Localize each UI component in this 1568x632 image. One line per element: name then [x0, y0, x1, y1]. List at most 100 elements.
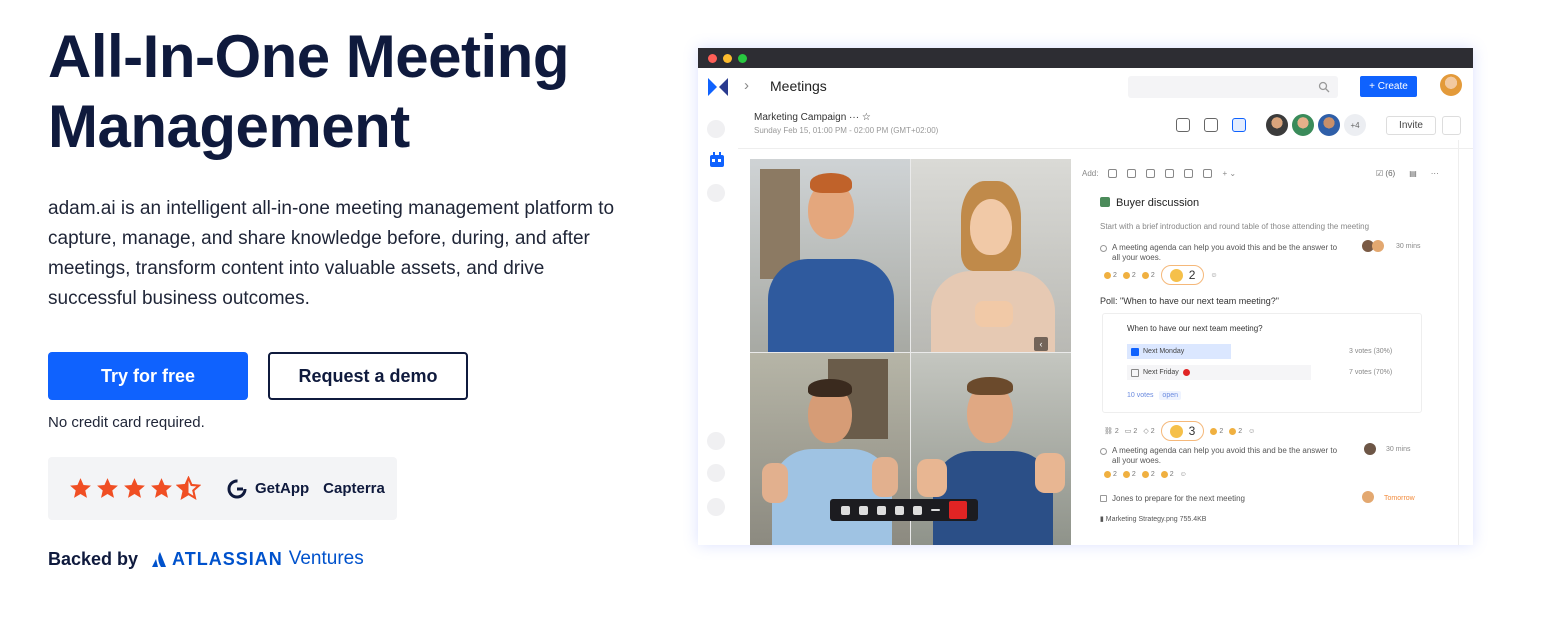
- poll-option-check[interactable]: [1131, 368, 1139, 377]
- poll-option[interactable]: Next Friday: [1127, 365, 1311, 380]
- reaction-icon: [1122, 471, 1130, 478]
- adam-logo-icon: [708, 78, 728, 96]
- tag-count[interactable]: ◇ 2: [1143, 427, 1154, 436]
- export-icon[interactable]: ▤: [1409, 169, 1417, 178]
- list-icon[interactable]: [1127, 169, 1137, 178]
- reaction-highlight[interactable]: 3: [1160, 421, 1205, 441]
- calendar-icon[interactable]: [709, 152, 725, 168]
- task-text: Jones to prepare for the next meeting: [1112, 494, 1245, 503]
- hero-description: adam.ai is an intelligent all-in-one mee…: [48, 198, 615, 309]
- rail-home-icon[interactable]: [707, 120, 725, 138]
- rail-item-icon[interactable]: [707, 184, 725, 202]
- end-call-icon[interactable]: [949, 501, 968, 519]
- reaction-row: 2 2 2 2 ☺: [1104, 265, 1218, 285]
- screen-share-icon[interactable]: [876, 505, 886, 515]
- search-input[interactable]: [1128, 76, 1338, 98]
- maximize-dot: [738, 53, 747, 63]
- participant-avatar[interactable]: [1318, 114, 1340, 136]
- reaction-chip[interactable]: 2: [1141, 471, 1155, 478]
- checkbox-icon[interactable]: [1146, 169, 1156, 178]
- more-options-icon[interactable]: ···: [1431, 169, 1439, 178]
- add-reaction-icon[interactable]: ☺: [1180, 471, 1187, 478]
- collapse-arrow-icon[interactable]: ‹: [1034, 337, 1048, 351]
- task-assignee-avatar[interactable]: [1362, 491, 1374, 503]
- reaction-icon: [1160, 471, 1168, 478]
- add-reaction-icon[interactable]: ☺: [1210, 272, 1217, 279]
- view-split-icon[interactable]: [1232, 118, 1246, 132]
- user-avatar[interactable]: [1440, 74, 1462, 96]
- search-icon: [1318, 81, 1330, 93]
- g2-logo-icon: [227, 479, 247, 498]
- nav-title: Meetings: [770, 78, 827, 94]
- capterra-logo: Capterra: [323, 480, 385, 497]
- no-credit-card-note: No credit card required.: [48, 414, 205, 431]
- assignee-avatar[interactable]: [1364, 443, 1376, 455]
- text-icon[interactable]: [1108, 169, 1118, 178]
- view-grid-icon[interactable]: [1176, 118, 1190, 132]
- person-hands: [975, 301, 1013, 327]
- half-star-icon: [176, 476, 201, 501]
- add-label: Add:: [1082, 169, 1099, 178]
- image-icon[interactable]: [1165, 169, 1175, 178]
- reaction-chip[interactable]: 2: [1210, 427, 1224, 435]
- poll-option-check[interactable]: [1131, 347, 1139, 356]
- person-hand: [872, 457, 898, 497]
- poll-icon[interactable]: [1184, 169, 1194, 178]
- app-topbar: › Meetings + Create: [698, 68, 1473, 106]
- person-hair: [810, 173, 852, 193]
- reaction-chip[interactable]: 2: [1229, 427, 1242, 435]
- poll-footer: 10 votes open: [1127, 391, 1181, 400]
- more-participants-badge[interactable]: +4: [1344, 114, 1366, 136]
- attach-icon[interactable]: [1203, 169, 1213, 178]
- try-for-free-button[interactable]: Try for free: [48, 352, 248, 400]
- reaction-chip-count: 2: [1219, 427, 1224, 435]
- grid-icon[interactable]: [913, 505, 923, 515]
- person-hair: [808, 379, 852, 397]
- chevron-right-icon[interactable]: ›: [744, 77, 749, 94]
- star-icon: [97, 478, 118, 498]
- reaction-highlight[interactable]: 2: [1160, 265, 1205, 285]
- link-count[interactable]: ⛓ 2: [1104, 427, 1119, 436]
- request-demo-button[interactable]: Request a demo: [268, 352, 468, 400]
- poll-title: Poll: "When to have our next team meetin…: [1100, 296, 1279, 306]
- rail-item-icon[interactable]: [707, 464, 725, 482]
- mic-icon[interactable]: [840, 505, 850, 515]
- camera-icon[interactable]: [858, 505, 868, 515]
- attachment[interactable]: ▮ Marketing Strategy.png 755.4KB: [1100, 515, 1206, 523]
- invite-label: Invite: [1399, 120, 1423, 131]
- reaction-icon: [1104, 471, 1111, 478]
- video-tile: [750, 159, 910, 352]
- rail-item-icon[interactable]: [707, 498, 725, 516]
- create-button[interactable]: + Create: [1360, 76, 1417, 97]
- agenda-checkbox[interactable]: [1100, 448, 1107, 455]
- view-board-icon[interactable]: [1204, 118, 1218, 132]
- add-more-icon[interactable]: + ⌄: [1222, 169, 1236, 178]
- reaction-chip[interactable]: 2: [1104, 471, 1117, 478]
- reaction-chip[interactable]: 2: [1122, 271, 1136, 279]
- video-tile: [911, 159, 1071, 352]
- reaction-icon: [1122, 271, 1130, 279]
- assignee-avatar[interactable]: [1372, 240, 1384, 252]
- comment-count[interactable]: ▭ 2: [1125, 427, 1138, 436]
- reaction-chip[interactable]: 2: [1160, 471, 1174, 478]
- raise-hand-icon[interactable]: [894, 505, 904, 515]
- chat-icon[interactable]: [1442, 116, 1461, 135]
- star-icon: [151, 478, 172, 498]
- participant-avatar[interactable]: [1292, 114, 1314, 136]
- reaction-chip[interactable]: 2: [1104, 271, 1117, 279]
- more-icon[interactable]: [931, 509, 941, 511]
- poll-option[interactable]: Next Monday: [1127, 344, 1231, 359]
- agenda-checkbox[interactable]: [1100, 245, 1107, 252]
- reaction-chip[interactable]: 2: [1141, 271, 1155, 279]
- meeting-title[interactable]: Marketing Campaign ··· ☆: [754, 112, 938, 123]
- rail-item-icon[interactable]: [707, 432, 725, 450]
- participant-avatar[interactable]: [1266, 114, 1288, 136]
- invite-button[interactable]: Invite: [1386, 116, 1436, 135]
- tasks-count[interactable]: ☑ (6): [1376, 169, 1395, 178]
- task-checkbox[interactable]: [1100, 495, 1107, 502]
- reaction-chip[interactable]: 2: [1122, 471, 1136, 478]
- reaction-icon: [1210, 427, 1218, 435]
- side-rail: [698, 106, 734, 545]
- add-reaction-icon[interactable]: ☺: [1248, 428, 1255, 435]
- section-title: Buyer discussion: [1100, 197, 1199, 209]
